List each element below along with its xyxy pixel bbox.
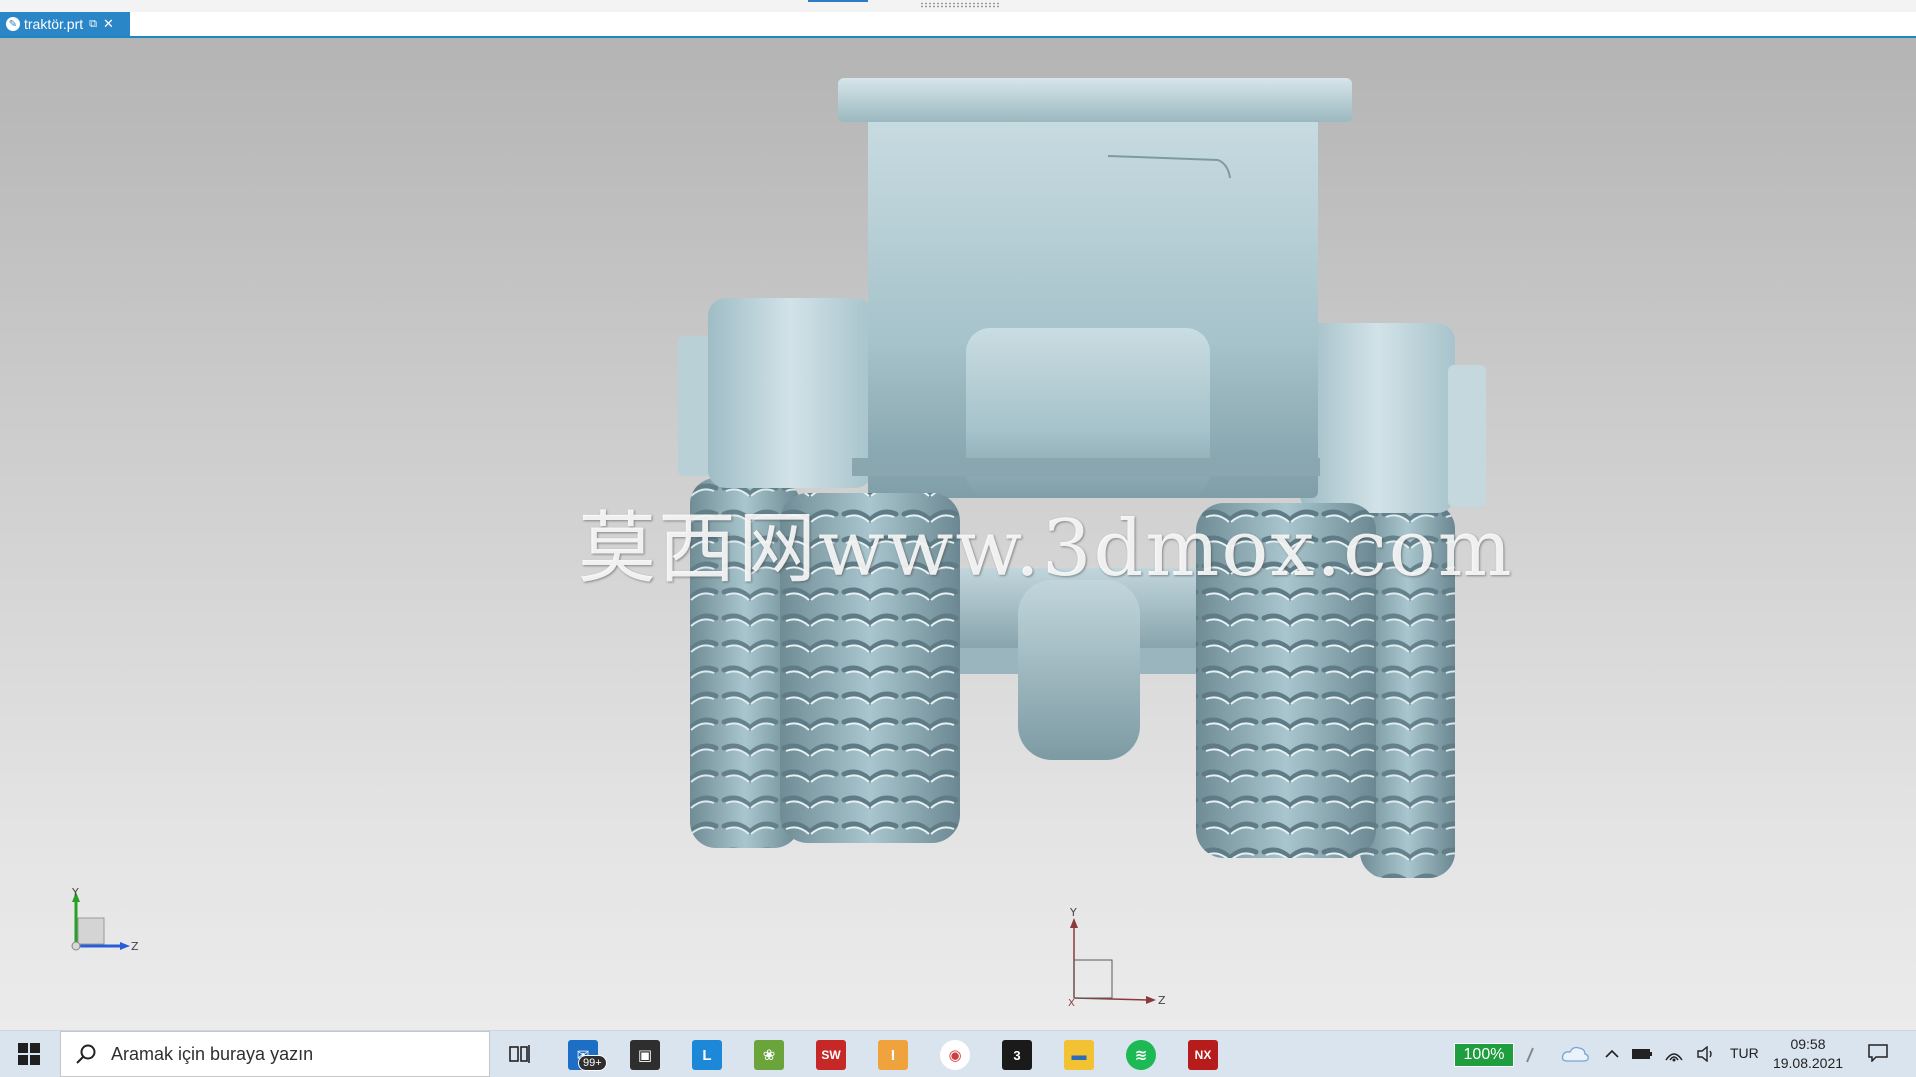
- notification-center-icon[interactable]: [1868, 1044, 1888, 1062]
- hitch: [1018, 580, 1140, 760]
- pen-icon[interactable]: [1520, 1031, 1540, 1077]
- wcs-x-label: X: [1068, 998, 1075, 1008]
- left-fender-cap: [678, 336, 710, 476]
- taskbar-clock[interactable]: 09:58 19.08.2021: [1772, 1035, 1844, 1073]
- part-file-icon: ✎: [6, 17, 20, 31]
- task-view-button[interactable]: [505, 1031, 535, 1077]
- 3dsmax-app-icon[interactable]: 3: [1002, 1040, 1032, 1070]
- volume-icon[interactable]: [1694, 1031, 1718, 1077]
- fruit-app-icon[interactable]: ❀: [754, 1040, 784, 1070]
- file-explorer-icon[interactable]: ▬: [1064, 1040, 1094, 1070]
- cab-roof: [838, 78, 1352, 122]
- taskbar-search-box[interactable]: Aramak için buraya yazın: [60, 1031, 490, 1077]
- inventor-app-icon[interactable]: I: [878, 1040, 908, 1070]
- ribbon-accent: [808, 0, 868, 2]
- left-fender: [708, 298, 873, 488]
- solidworks-app-icon[interactable]: SW: [816, 1040, 846, 1070]
- view-triad[interactable]: Y Z: [60, 888, 150, 968]
- windows-logo-icon: [18, 1043, 40, 1065]
- undock-icon[interactable]: ⧉: [89, 18, 97, 31]
- search-icon: [76, 1044, 96, 1064]
- wcs-triad: Y Z X: [1068, 908, 1166, 1008]
- graphics-viewport[interactable]: 莫西网www.3dmox.com Y Z Y Z X: [0, 38, 1916, 1030]
- corner-y-label: Y: [71, 888, 79, 899]
- search-placeholder: Aramak için buraya yazın: [111, 1043, 314, 1064]
- wcs-z-label: Z: [1158, 994, 1166, 1007]
- wcs-y-label: Y: [1069, 908, 1077, 919]
- wifi-icon[interactable]: [1662, 1031, 1686, 1077]
- tab-traktor-prt[interactable]: ✎ traktör.prt ⧉ ✕: [0, 12, 130, 36]
- spotify-app-icon[interactable]: ≋: [1126, 1040, 1156, 1070]
- resize-grip[interactable]: [920, 2, 1000, 8]
- close-icon[interactable]: ✕: [103, 16, 114, 32]
- battery-icon[interactable]: [1630, 1031, 1654, 1077]
- mail-badge: 99+: [578, 1055, 607, 1071]
- nx-app-icon[interactable]: NX: [1188, 1040, 1218, 1070]
- right-fender: [1300, 323, 1455, 513]
- tab-label: traktör.prt: [24, 16, 84, 32]
- language-indicator[interactable]: TUR: [1730, 1045, 1759, 1061]
- corner-z-label: Z: [131, 940, 139, 953]
- clock-date: 19.08.2021: [1772, 1055, 1844, 1071]
- document-tab-bar: ✎ traktör.prt ⧉ ✕: [0, 12, 1916, 38]
- task-view-icon: [509, 1045, 530, 1063]
- l-app-icon[interactable]: L: [692, 1040, 722, 1070]
- clock-time: 09:58: [1790, 1036, 1826, 1052]
- onedrive-icon[interactable]: [1558, 1031, 1592, 1077]
- watermark-text: 莫西网www.3dmox.com: [578, 504, 1514, 594]
- chevron-up-icon[interactable]: [1602, 1031, 1622, 1077]
- battery-percent-badge[interactable]: 100%: [1454, 1043, 1514, 1067]
- start-button[interactable]: [0, 1031, 58, 1077]
- windows-taskbar: Aramak için buraya yazın ✉ 99+ ▣ L ❀ SW …: [0, 1030, 1916, 1077]
- window-top-strip: [0, 0, 1916, 12]
- browser-app-icon[interactable]: ◉: [940, 1040, 970, 1070]
- store-app-icon[interactable]: ▣: [630, 1040, 660, 1070]
